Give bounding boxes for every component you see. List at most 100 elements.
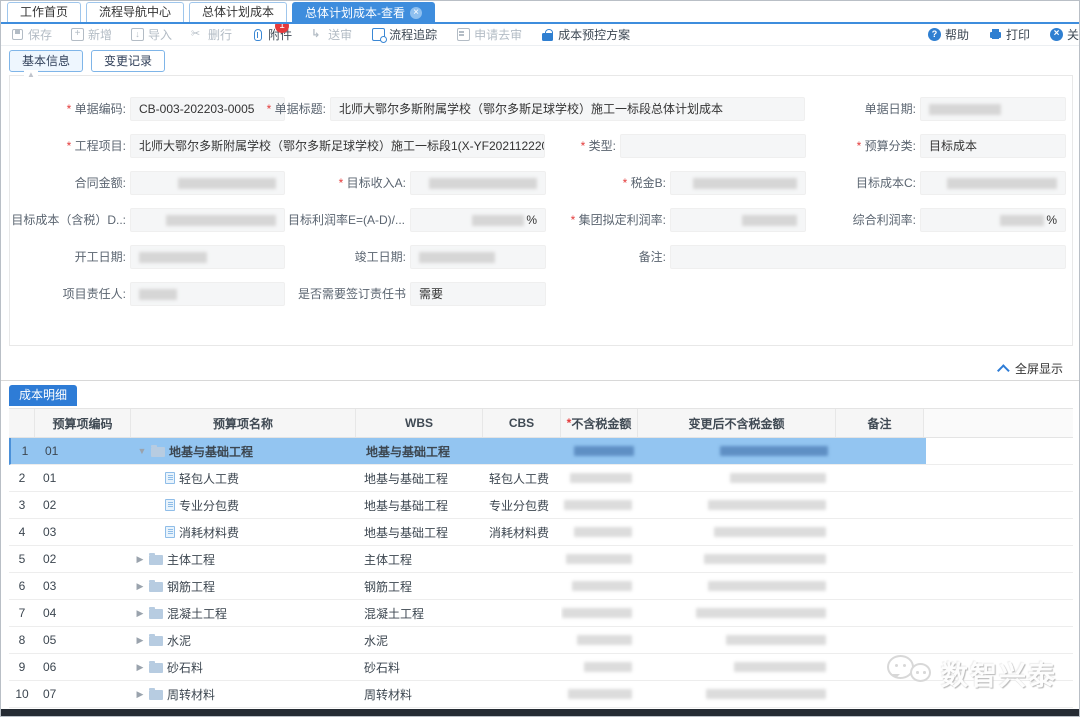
file-icon xyxy=(165,526,175,538)
col-amount[interactable]: 不含税金额 xyxy=(561,409,638,437)
import-button[interactable]: 导入 xyxy=(131,26,172,43)
col-amount-changed[interactable]: 变更后不含税金额 xyxy=(638,409,836,437)
cell-budget-name: ▶ 周转材料 xyxy=(131,681,356,707)
col-name[interactable]: 预算项名称 xyxy=(131,409,356,437)
target-cost-field[interactable] xyxy=(920,171,1066,195)
remarks-field[interactable] xyxy=(670,245,1066,269)
table-row[interactable]: 2 01 轻包人工费 地基与基础工程 轻包人工费 xyxy=(9,465,1073,492)
send-review-button[interactable]: 送审 xyxy=(311,26,352,43)
table-row[interactable]: 6 03 ▶ 钢筋工程 钢筋工程 xyxy=(9,573,1073,600)
budget-name-text: 轻包人工费 xyxy=(179,470,239,487)
tab-total-plan-cost[interactable]: 总体计划成本 xyxy=(189,2,287,22)
project-manager-field[interactable] xyxy=(130,282,285,306)
table-row[interactable]: 3 02 专业分包费 地基与基础工程 专业分包费 xyxy=(9,492,1073,519)
table-row[interactable]: 5 02 ▶ 主体工程 主体工程 xyxy=(9,546,1073,573)
budget-name-text: 主体工程 xyxy=(167,551,215,568)
cell-cbs xyxy=(485,438,563,464)
type-field[interactable] xyxy=(620,134,806,158)
tree-toggle-icon[interactable]: ▶ xyxy=(135,635,145,646)
help-button[interactable]: 帮助 xyxy=(928,26,969,43)
save-button[interactable]: 保存 xyxy=(11,26,52,43)
cell-amount-changed xyxy=(638,573,836,599)
tab-cost-detail[interactable]: 成本明细 xyxy=(9,385,77,406)
masked-amount xyxy=(564,500,632,510)
responsibility-letter-field[interactable]: 需要 xyxy=(410,282,546,306)
masked-amount xyxy=(706,689,826,699)
cell-budget-code: 02 xyxy=(35,492,131,518)
col-note[interactable]: 备注 xyxy=(836,409,924,437)
field-label: 竣工日期: xyxy=(298,245,406,269)
panel-collapse-icon[interactable]: ▲ xyxy=(24,70,38,79)
cell-filler xyxy=(924,465,1073,491)
masked-amount xyxy=(708,581,826,591)
file-icon xyxy=(165,472,175,484)
cost-precontrol-button[interactable]: 成本预控方案 xyxy=(541,26,630,43)
file-icon xyxy=(165,499,175,511)
budget-class-field[interactable]: 目标成本 xyxy=(920,134,1066,158)
field-label: 目标收入A: xyxy=(298,171,406,195)
target-profit-rate-field[interactable]: % xyxy=(410,208,546,232)
col-wbs[interactable]: WBS xyxy=(356,409,483,437)
col-cbs[interactable]: CBS xyxy=(483,409,561,437)
target-income-field[interactable] xyxy=(410,171,546,195)
cell-budget-code: 02 xyxy=(35,546,131,572)
tree-toggle-icon[interactable]: ▼ xyxy=(137,446,147,456)
fullscreen-toggle[interactable]: 全屏显示 xyxy=(1001,360,1063,377)
table-row[interactable]: 7 04 ▶ 混凝土工程 混凝土工程 xyxy=(9,600,1073,627)
tab-process-nav[interactable]: 流程导航中心 xyxy=(86,2,184,22)
masked-value xyxy=(742,215,797,226)
cell-budget-name: 消耗材料费 xyxy=(131,519,356,545)
tree-toggle-icon[interactable]: ▶ xyxy=(135,689,145,700)
table-row[interactable]: 1 01 ▼ 地基与基础工程 地基与基础工程 xyxy=(9,438,1073,465)
tab-total-plan-cost-view[interactable]: 总体计划成本-查看 xyxy=(292,2,435,22)
print-button[interactable]: 打印 xyxy=(989,26,1030,43)
add-button[interactable]: 新增 xyxy=(71,26,112,43)
cell-wbs: 周转材料 xyxy=(356,681,483,707)
cell-amount-changed xyxy=(638,681,836,707)
cell-amount xyxy=(563,438,640,464)
cell-filler xyxy=(924,654,1073,680)
tree-toggle-icon[interactable]: ▶ xyxy=(135,581,145,592)
folder-icon xyxy=(149,555,163,565)
doc-date-field[interactable] xyxy=(920,97,1066,121)
toolbar-right: 帮助 打印 关闭 xyxy=(908,26,1079,43)
delete-row-button[interactable]: 删行 xyxy=(191,26,232,43)
field-label: 综合利润率: xyxy=(830,208,916,232)
unapprove-button[interactable]: 申请去审 xyxy=(456,26,522,43)
field-label: 集团拟定利润率: xyxy=(558,208,666,232)
add-icon xyxy=(71,28,84,41)
project-field[interactable]: 北师大鄂尔多斯附属学校（鄂尔多斯足球学校）施工一标段1(X-YF20211222… xyxy=(130,134,545,158)
start-date-field[interactable] xyxy=(130,245,285,269)
table-row[interactable]: 8 05 ▶ 水泥 水泥 xyxy=(9,627,1073,654)
tab-basic-info[interactable]: 基本信息 xyxy=(9,50,83,72)
tax-field[interactable] xyxy=(670,171,806,195)
tree-toggle-icon[interactable]: ▶ xyxy=(135,554,145,565)
close-button[interactable]: 关闭 xyxy=(1050,26,1079,43)
tab-change-log[interactable]: 变更记录 xyxy=(91,50,165,72)
finish-date-field[interactable] xyxy=(410,245,546,269)
row-number: 9 xyxy=(9,654,35,680)
contract-amount-field[interactable] xyxy=(130,171,285,195)
section-divider xyxy=(1,380,1079,381)
tab-work-home[interactable]: 工作首页 xyxy=(7,2,81,22)
cell-budget-code: 03 xyxy=(35,573,131,599)
tree-toggle-icon[interactable]: ▶ xyxy=(135,662,145,673)
row-number: 8 xyxy=(9,627,35,653)
cell-note xyxy=(838,438,926,464)
cell-budget-name: ▶ 主体工程 xyxy=(131,546,356,572)
attachment-button[interactable]: 附件1 xyxy=(251,26,292,43)
masked-value xyxy=(929,104,1001,115)
tab-close-icon[interactable] xyxy=(410,7,422,19)
table-row[interactable]: 10 07 ▶ 周转材料 周转材料 xyxy=(9,681,1073,708)
target-cost-taxed-field[interactable] xyxy=(130,208,285,232)
group-profit-rate-field[interactable] xyxy=(670,208,806,232)
folder-icon xyxy=(151,447,165,457)
table-row[interactable]: 4 03 消耗材料费 地基与基础工程 消耗材料费 xyxy=(9,519,1073,546)
doc-title-field[interactable]: 北师大鄂尔多斯附属学校（鄂尔多斯足球学校）施工一标段总体计划成本 xyxy=(330,97,805,121)
tree-toggle-icon[interactable]: ▶ xyxy=(135,608,145,619)
overall-profit-rate-field[interactable]: % xyxy=(920,208,1066,232)
flow-trace-button[interactable]: 流程追踪 xyxy=(371,26,437,43)
table-row[interactable]: 9 06 ▶ 砂石料 砂石料 xyxy=(9,654,1073,681)
cell-budget-code: 06 xyxy=(35,654,131,680)
col-code[interactable]: 预算项编码 xyxy=(35,409,131,437)
